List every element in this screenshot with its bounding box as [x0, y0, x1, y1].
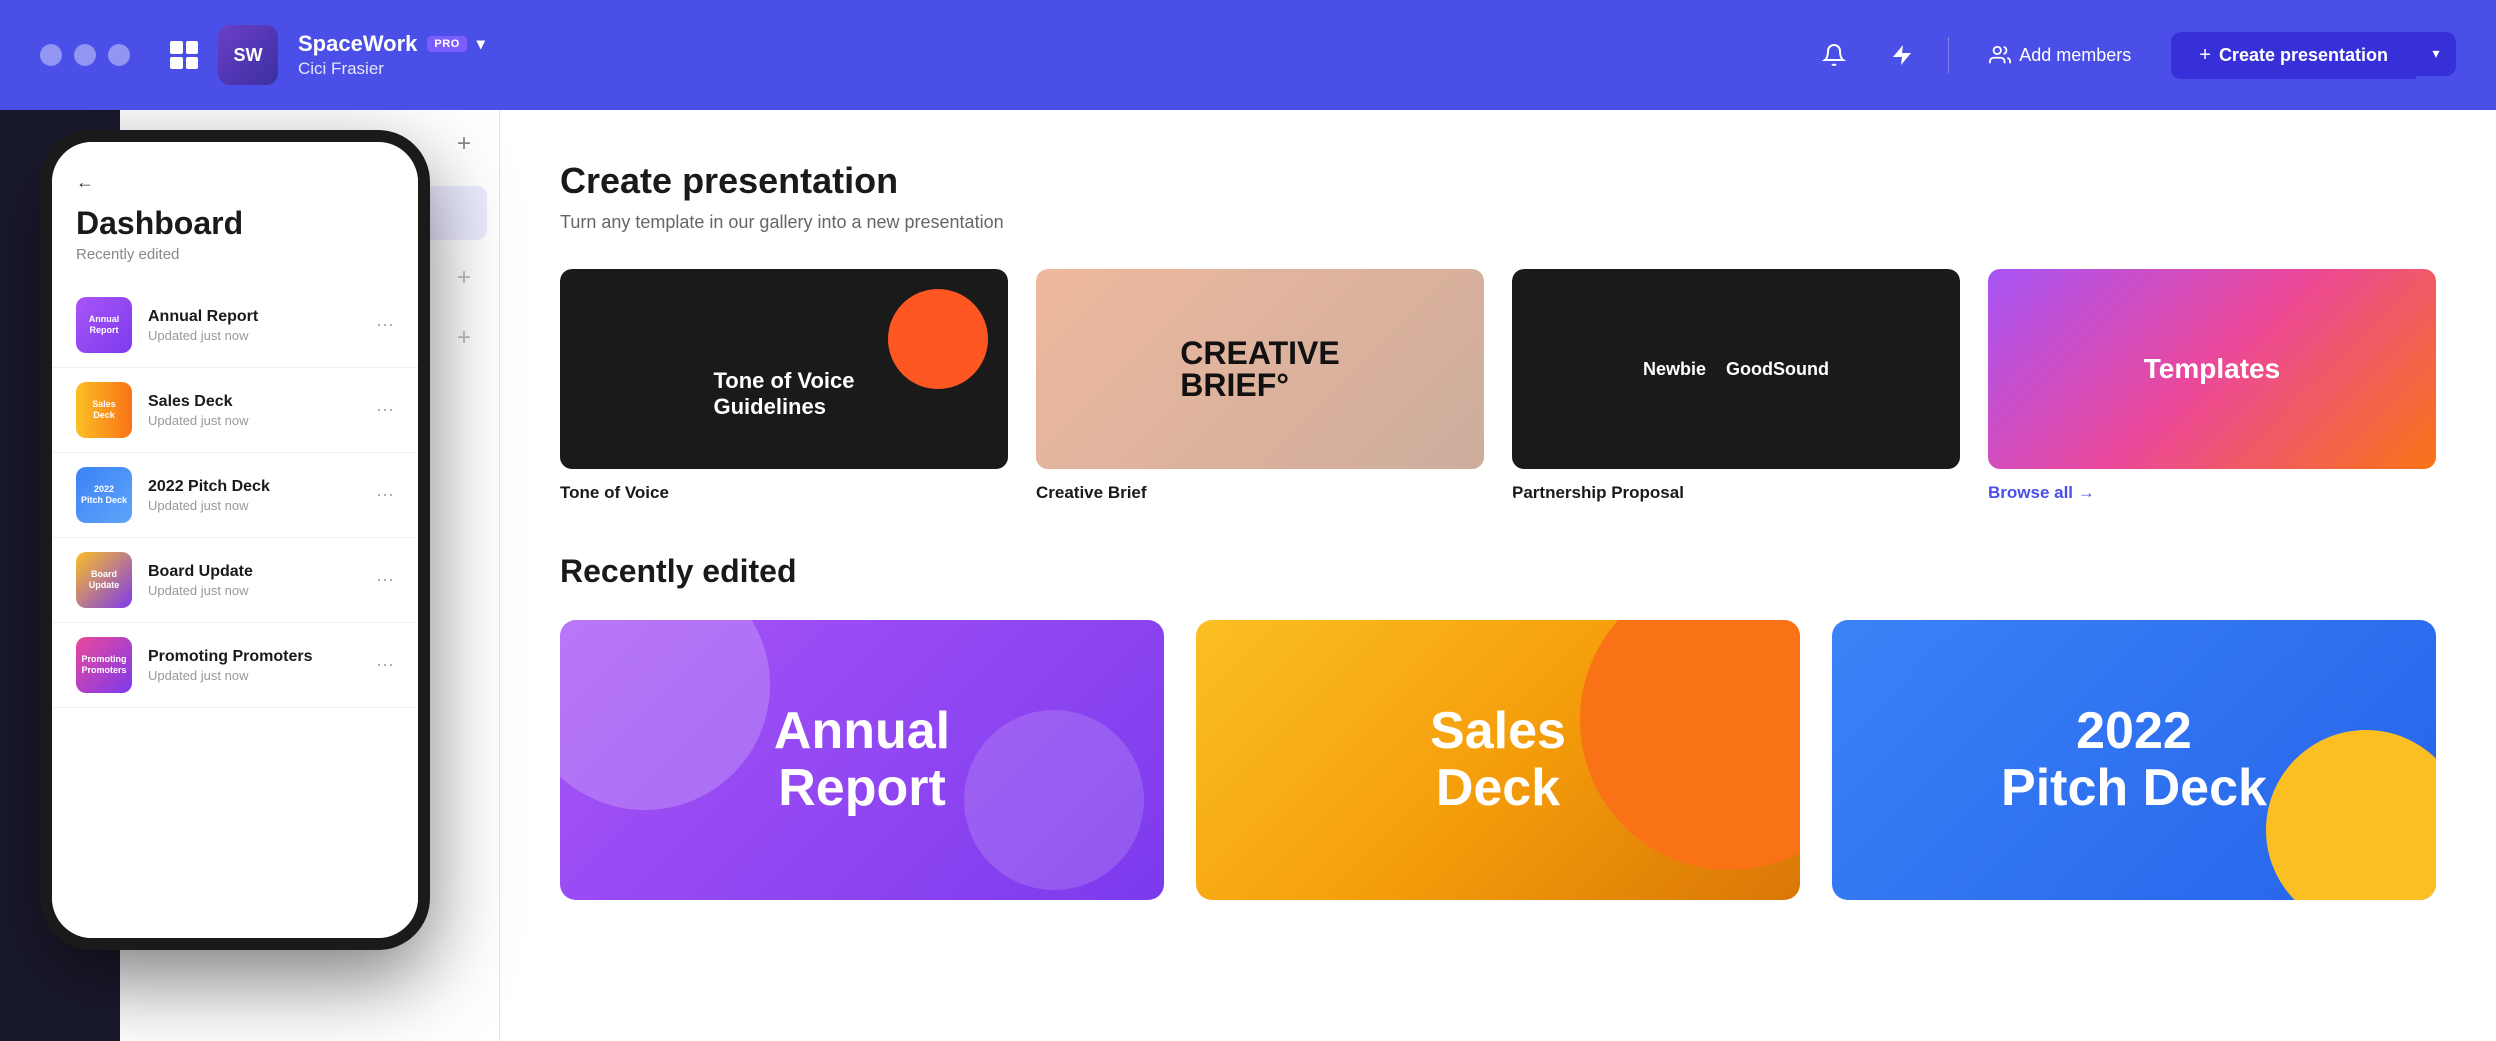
- list-item[interactable]: PromotingPromoters Promoting Promoters U…: [52, 623, 418, 708]
- recent-card-sales[interactable]: SalesDeck: [1196, 620, 1800, 900]
- list-item[interactable]: SalesDeck Sales Deck Updated just now ⋯: [52, 368, 418, 453]
- item-info-annual: Annual Report Updated just now: [148, 308, 360, 343]
- template-card-cb[interactable]: CREATIVEBRIEF° Creative Brief: [1036, 269, 1484, 503]
- item-thumb-board: BoardUpdate: [76, 552, 132, 608]
- template-card-pp[interactable]: Newbie GoodSound Partnership Proposal: [1512, 269, 1960, 503]
- template-name-cb: Creative Brief: [1036, 483, 1484, 503]
- recent-card-annual[interactable]: AnnualReport: [560, 620, 1164, 900]
- workspace-chevron[interactable]: ▾: [477, 34, 485, 54]
- app-grid-icon[interactable]: [170, 41, 198, 69]
- item-menu-pitch[interactable]: ⋯: [376, 485, 394, 506]
- item-thumb-annual: AnnualReport: [76, 297, 132, 353]
- create-dropdown-button[interactable]: ▾: [2416, 32, 2456, 76]
- lightning-button[interactable]: [1880, 33, 1924, 77]
- workspace-info: SpaceWork PRO ▾ Cici Frasier: [298, 31, 485, 79]
- sidebar-add-mid-btn[interactable]: +: [457, 264, 471, 292]
- create-section-title: Create presentation: [560, 160, 2436, 202]
- workspace-title: SpaceWork: [298, 31, 417, 57]
- pitch-shapes: [2266, 730, 2436, 900]
- add-members-button[interactable]: Add members: [1973, 34, 2147, 76]
- recently-edited-grid: AnnualReport SalesDeck 2022Pitch Deck: [560, 620, 2436, 900]
- annual-shapes: [560, 620, 1164, 900]
- item-menu-annual[interactable]: ⋯: [376, 315, 394, 336]
- item-thumb-promoting: PromotingPromoters: [76, 637, 132, 693]
- item-menu-board[interactable]: ⋯: [376, 570, 394, 591]
- template-thumb-all: Templates: [1988, 269, 2436, 469]
- item-menu-sales[interactable]: ⋯: [376, 400, 394, 421]
- phone-subtitle: Recently edited: [76, 246, 394, 263]
- recent-card-pitch[interactable]: 2022Pitch Deck: [1832, 620, 2436, 900]
- list-item[interactable]: BoardUpdate Board Update Updated just no…: [52, 538, 418, 623]
- templates-thumb-text: Templates: [2144, 353, 2280, 385]
- templates-grid: Tone of VoiceGuidelines Tone of Voice CR…: [560, 269, 2436, 503]
- create-section-subtitle: Turn any template in our gallery into a …: [560, 212, 2436, 233]
- phone-inner: ← Dashboard Recently edited AnnualReport…: [52, 142, 418, 938]
- item-thumb-pitch: 2022Pitch Deck: [76, 467, 132, 523]
- main-content: Create presentation Turn any template in…: [500, 110, 2496, 1041]
- window-controls: [40, 44, 130, 66]
- sidebar-area: + Dashboard + +: [0, 110, 500, 1041]
- template-card-tov[interactable]: Tone of VoiceGuidelines Tone of Voice: [560, 269, 1008, 503]
- phone-mockup: ← Dashboard Recently edited AnnualReport…: [40, 130, 430, 950]
- phone-header: ← Dashboard Recently edited: [52, 162, 418, 283]
- pro-badge: PRO: [427, 36, 466, 52]
- top-bar-left: SW SpaceWork PRO ▾ Cici Frasier: [40, 25, 485, 85]
- template-thumb-pp: Newbie GoodSound: [1512, 269, 1960, 469]
- item-info-sales: Sales Deck Updated just now: [148, 393, 360, 428]
- list-item[interactable]: AnnualReport Annual Report Updated just …: [52, 283, 418, 368]
- template-thumb-cb: CREATIVEBRIEF°: [1036, 269, 1484, 469]
- notifications-button[interactable]: [1812, 33, 1856, 77]
- topbar-divider: [1948, 37, 1949, 73]
- window-control-max: [108, 44, 130, 66]
- template-card-all[interactable]: Templates Browse all →: [1988, 269, 2436, 503]
- template-name-tov: Tone of Voice: [560, 483, 1008, 503]
- sidebar-add-top[interactable]: +: [457, 130, 471, 158]
- recently-edited-title: Recently edited: [560, 553, 2436, 590]
- window-control-close: [40, 44, 62, 66]
- template-name-pp: Partnership Proposal: [1512, 483, 1960, 503]
- browse-all-link[interactable]: Browse all →: [1988, 483, 2436, 503]
- item-info-promoting: Promoting Promoters Updated just now: [148, 648, 360, 683]
- template-thumb-tov: Tone of VoiceGuidelines: [560, 269, 1008, 469]
- create-presentation-button[interactable]: + Create presentation: [2171, 32, 2416, 79]
- sales-shape: [1580, 620, 1800, 870]
- list-item[interactable]: 2022Pitch Deck 2022 Pitch Deck Updated j…: [52, 453, 418, 538]
- create-presentation-wrapper: + Create presentation ▾: [2171, 32, 2456, 79]
- top-bar-right: Add members + Create presentation ▾: [1812, 32, 2456, 79]
- window-control-min: [74, 44, 96, 66]
- sidebar-add-low-btn[interactable]: +: [457, 324, 471, 352]
- item-thumb-sales: SalesDeck: [76, 382, 132, 438]
- recent-pitch-title: 2022Pitch Deck: [1981, 683, 2287, 837]
- workspace-user: Cici Frasier: [298, 59, 485, 79]
- phone-back-button[interactable]: ←: [76, 172, 394, 193]
- workspace-name-row: SpaceWork PRO ▾: [298, 31, 485, 57]
- add-members-label: Add members: [2019, 45, 2131, 66]
- main-area: + Dashboard + +: [0, 110, 2496, 1041]
- recent-sales-title: SalesDeck: [1410, 683, 1586, 837]
- phone-title: Dashboard: [76, 205, 394, 242]
- workspace-avatar[interactable]: SW: [218, 25, 278, 85]
- create-label: Create presentation: [2219, 45, 2388, 66]
- top-bar: SW SpaceWork PRO ▾ Cici Frasier: [0, 0, 2496, 110]
- item-info-board: Board Update Updated just now: [148, 563, 360, 598]
- item-info-pitch: 2022 Pitch Deck Updated just now: [148, 478, 360, 513]
- item-menu-promoting[interactable]: ⋯: [376, 655, 394, 676]
